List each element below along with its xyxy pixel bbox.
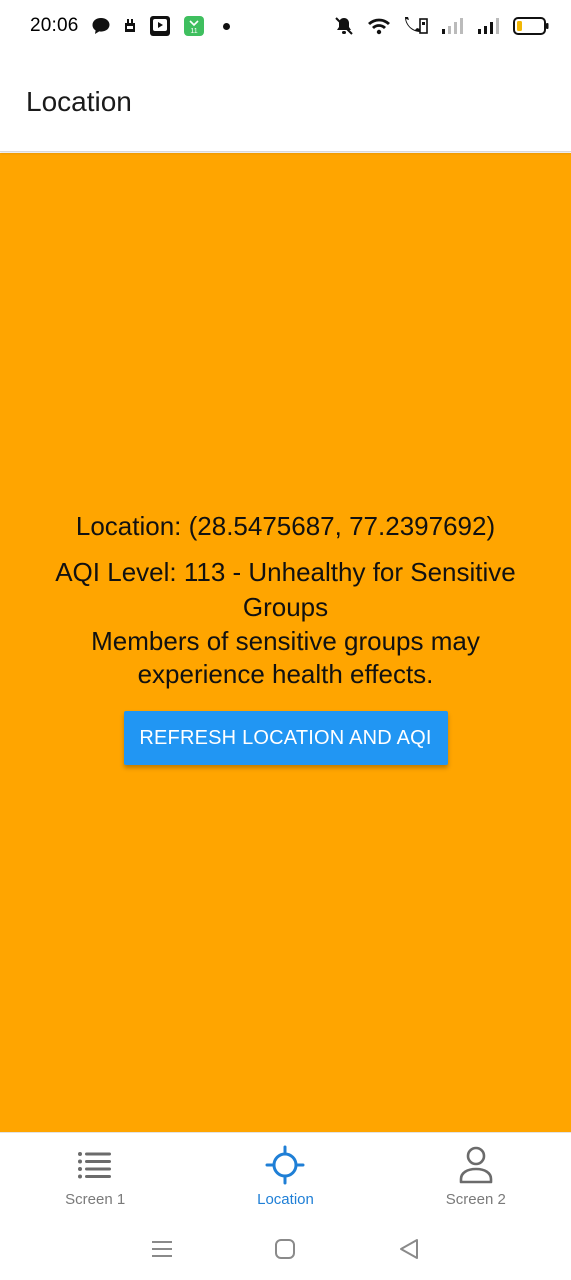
status-time: 20:06 (30, 15, 79, 36)
status-left: 20:06 11 (30, 15, 230, 37)
bottom-tab-bar: Screen 1 Location Screen 2 (0, 1132, 571, 1218)
status-bar: 20:06 11 (0, 0, 571, 52)
screen: 20:06 11 Location Location: (28.5475687,… (0, 0, 571, 1280)
app-notification-icon: 11 (183, 15, 205, 37)
notification-dot (222, 22, 230, 30)
back-icon[interactable] (389, 1229, 429, 1269)
page-title: Location (26, 85, 132, 117)
tab-label-screen-1: Screen 1 (65, 1191, 126, 1208)
person-icon (456, 1145, 496, 1185)
home-icon[interactable] (265, 1229, 305, 1269)
tab-label-screen-2: Screen 2 (445, 1191, 506, 1208)
aqi-info-block: Location: (28.5475687, 77.2397692) AQI L… (0, 509, 571, 765)
signal-1-icon (441, 17, 465, 35)
signal-2-icon (477, 17, 501, 35)
list-icon (75, 1145, 115, 1185)
tab-screen-2[interactable]: Screen 2 (381, 1133, 571, 1218)
tab-label-location: Location (257, 1191, 314, 1208)
volte-icon (403, 16, 429, 36)
battery-icon (513, 16, 549, 36)
tab-screen-1[interactable]: Screen 1 (0, 1133, 190, 1218)
sim-icon (123, 18, 137, 34)
aqi-description-text: Members of sensitive groups may experien… (91, 626, 480, 689)
status-right (333, 16, 549, 36)
wifi-icon (367, 17, 391, 35)
app-bar: Location (0, 52, 571, 152)
main-content: Location: (28.5475687, 77.2397692) AQI L… (0, 153, 571, 1132)
location-coordinates-text: Location: (28.5475687, 77.2397692) (75, 511, 496, 541)
crosshair-icon (265, 1145, 305, 1185)
tab-location[interactable]: Location (190, 1133, 380, 1218)
chat-bubble-icon (91, 17, 111, 35)
play-store-icon (149, 15, 171, 37)
system-nav-bar (0, 1218, 571, 1280)
menu-icon[interactable] (142, 1229, 182, 1269)
svg-text:11: 11 (190, 28, 197, 35)
refresh-location-button[interactable]: REFRESH LOCATION AND AQI (123, 711, 448, 765)
mute-icon (333, 16, 355, 36)
aqi-level-text: AQI Level: 113 - Unhealthy for Sensitive… (55, 557, 516, 622)
